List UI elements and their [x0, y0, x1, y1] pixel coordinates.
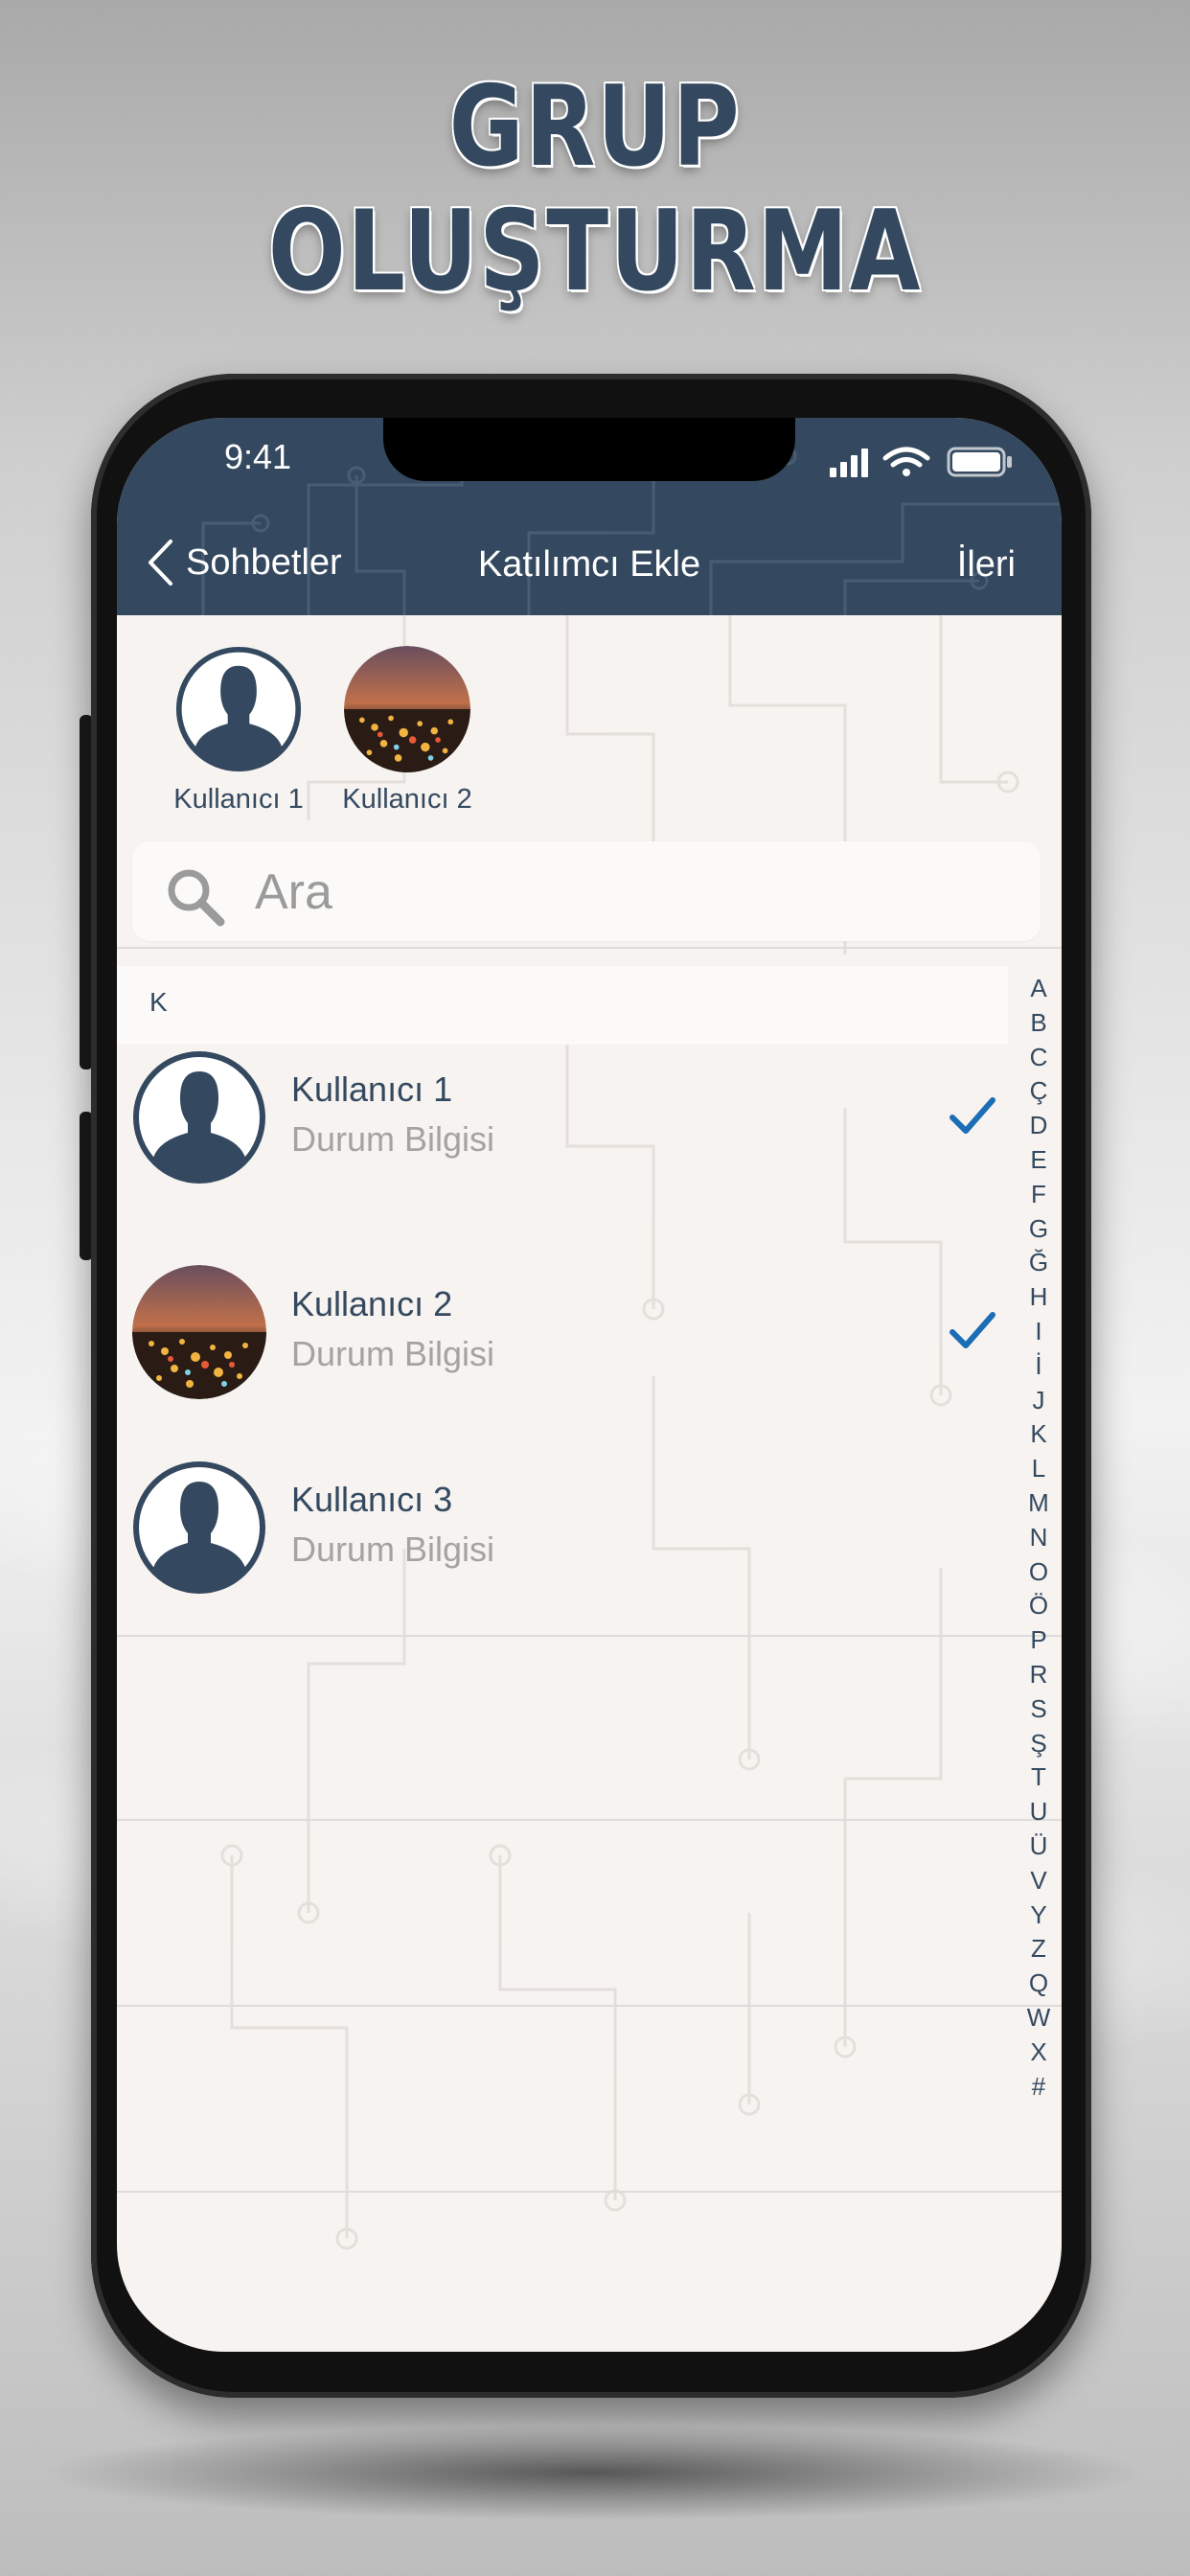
index-letter[interactable]: N [1021, 1521, 1056, 1555]
divider [117, 1819, 1062, 1821]
nav-title: Katılımcı Ekle [477, 544, 701, 585]
search-bar [132, 841, 1041, 943]
divider [117, 2005, 1062, 2007]
index-letter[interactable]: P [1021, 1623, 1056, 1658]
avatar [344, 646, 470, 772]
index-letter[interactable]: E [1021, 1143, 1056, 1178]
index-letter[interactable]: U [1021, 1795, 1056, 1829]
index-letter[interactable]: Ğ [1021, 1246, 1056, 1280]
city-photo-icon [344, 646, 470, 772]
index-letter[interactable]: D [1021, 1109, 1056, 1143]
index-letter[interactable]: J [1021, 1384, 1056, 1418]
selected-participant[interactable]: Kullanıcı 2 [316, 646, 498, 816]
index-letter[interactable]: A [1021, 972, 1056, 1006]
search-input[interactable] [253, 841, 927, 943]
wifi-icon [882, 447, 930, 476]
index-letter[interactable]: B [1021, 1006, 1056, 1041]
index-letter[interactable]: Q [1021, 1966, 1056, 2001]
contact-name: Kullanıcı 3 [291, 1480, 453, 1519]
index-letter[interactable]: M [1021, 1486, 1056, 1521]
index-letter[interactable]: L [1021, 1452, 1056, 1486]
avatar [132, 1050, 266, 1184]
index-letter[interactable]: Y [1021, 1898, 1056, 1933]
checkmark-icon [950, 1097, 995, 1134]
status-time: 9:41 [224, 437, 292, 476]
section-header: K [117, 966, 1008, 1045]
divider [117, 947, 1062, 949]
index-letter[interactable]: V [1021, 1864, 1056, 1898]
checkmark-icon [950, 1312, 995, 1348]
city-photo-icon [132, 1265, 266, 1399]
user-silhouette-icon [175, 646, 302, 772]
index-letter[interactable]: Ü [1021, 1829, 1056, 1864]
promo-title-line-2: OLUŞTURMA [267, 187, 923, 316]
phone-shadow [38, 2425, 1150, 2520]
index-letter[interactable]: Ş [1021, 1727, 1056, 1761]
battery-icon [947, 447, 1012, 477]
index-letter[interactable]: G [1021, 1212, 1056, 1247]
search-icon [168, 869, 225, 927]
index-letter[interactable]: X [1021, 2036, 1056, 2070]
contact-row[interactable]: Kullanıcı 2 Durum Bilgisi [117, 1265, 1008, 1399]
index-letter[interactable]: İ [1021, 1349, 1056, 1384]
contact-status: Durum Bilgisi [291, 1119, 495, 1159]
index-letter[interactable]: I [1021, 1315, 1056, 1349]
contact-row[interactable]: Kullanıcı 3 Durum Bilgisi [117, 1460, 1008, 1595]
promo-title: GRUP OLUŞTURMA [107, 65, 1083, 314]
avatar [175, 646, 302, 772]
avatar [132, 1460, 266, 1595]
index-letter[interactable]: Z [1021, 1932, 1056, 1966]
phone-notch [383, 418, 795, 481]
user-silhouette-icon [133, 1051, 265, 1184]
contact-status: Durum Bilgisi [291, 1334, 495, 1373]
index-letter[interactable]: Ö [1021, 1589, 1056, 1623]
divider [117, 2191, 1062, 2193]
avatar [132, 1265, 266, 1399]
contact-name: Kullanıcı 1 [291, 1070, 453, 1109]
divider [117, 1635, 1062, 1637]
status-icons [830, 447, 1012, 477]
index-letter[interactable]: W [1021, 2001, 1056, 2036]
section-header-label: K [149, 987, 168, 1017]
contact-status: Durum Bilgisi [291, 1530, 495, 1569]
index-letter[interactable]: K [1021, 1417, 1056, 1452]
index-letter[interactable]: Ç [1021, 1074, 1056, 1109]
contact-name: Kullanıcı 2 [291, 1284, 453, 1323]
next-button[interactable]: İleri [957, 544, 1016, 586]
promo-title-line-1: GRUP [448, 62, 742, 192]
index-letter[interactable]: O [1021, 1555, 1056, 1590]
index-letter[interactable]: C [1021, 1041, 1056, 1075]
selected-participant-label: Kullanıcı 1 [173, 784, 304, 815]
signal-icon [830, 448, 868, 477]
contact-row[interactable]: Kullanıcı 1 Durum Bilgisi [117, 1050, 1008, 1184]
index-letter[interactable]: R [1021, 1658, 1056, 1692]
index-letter[interactable]: S [1021, 1692, 1056, 1727]
selected-participant[interactable]: Kullanıcı 1 [148, 646, 330, 816]
selected-participant-label: Kullanıcı 2 [342, 784, 472, 815]
index-letter[interactable]: # [1021, 2070, 1056, 2104]
user-silhouette-icon [133, 1461, 265, 1594]
index-letter[interactable]: F [1021, 1178, 1056, 1212]
phone-screen: 9:41 Sohbetler Katılımcı Ekle İleri Kull… [117, 418, 1062, 2352]
alphabet-index[interactable]: A B C Ç D E F G Ğ H I İ J K L M N O Ö P R S Ş T U Ü V Y Z Q W X # [1021, 972, 1056, 2104]
index-letter[interactable]: H [1021, 1280, 1056, 1315]
index-letter[interactable]: T [1021, 1760, 1056, 1795]
